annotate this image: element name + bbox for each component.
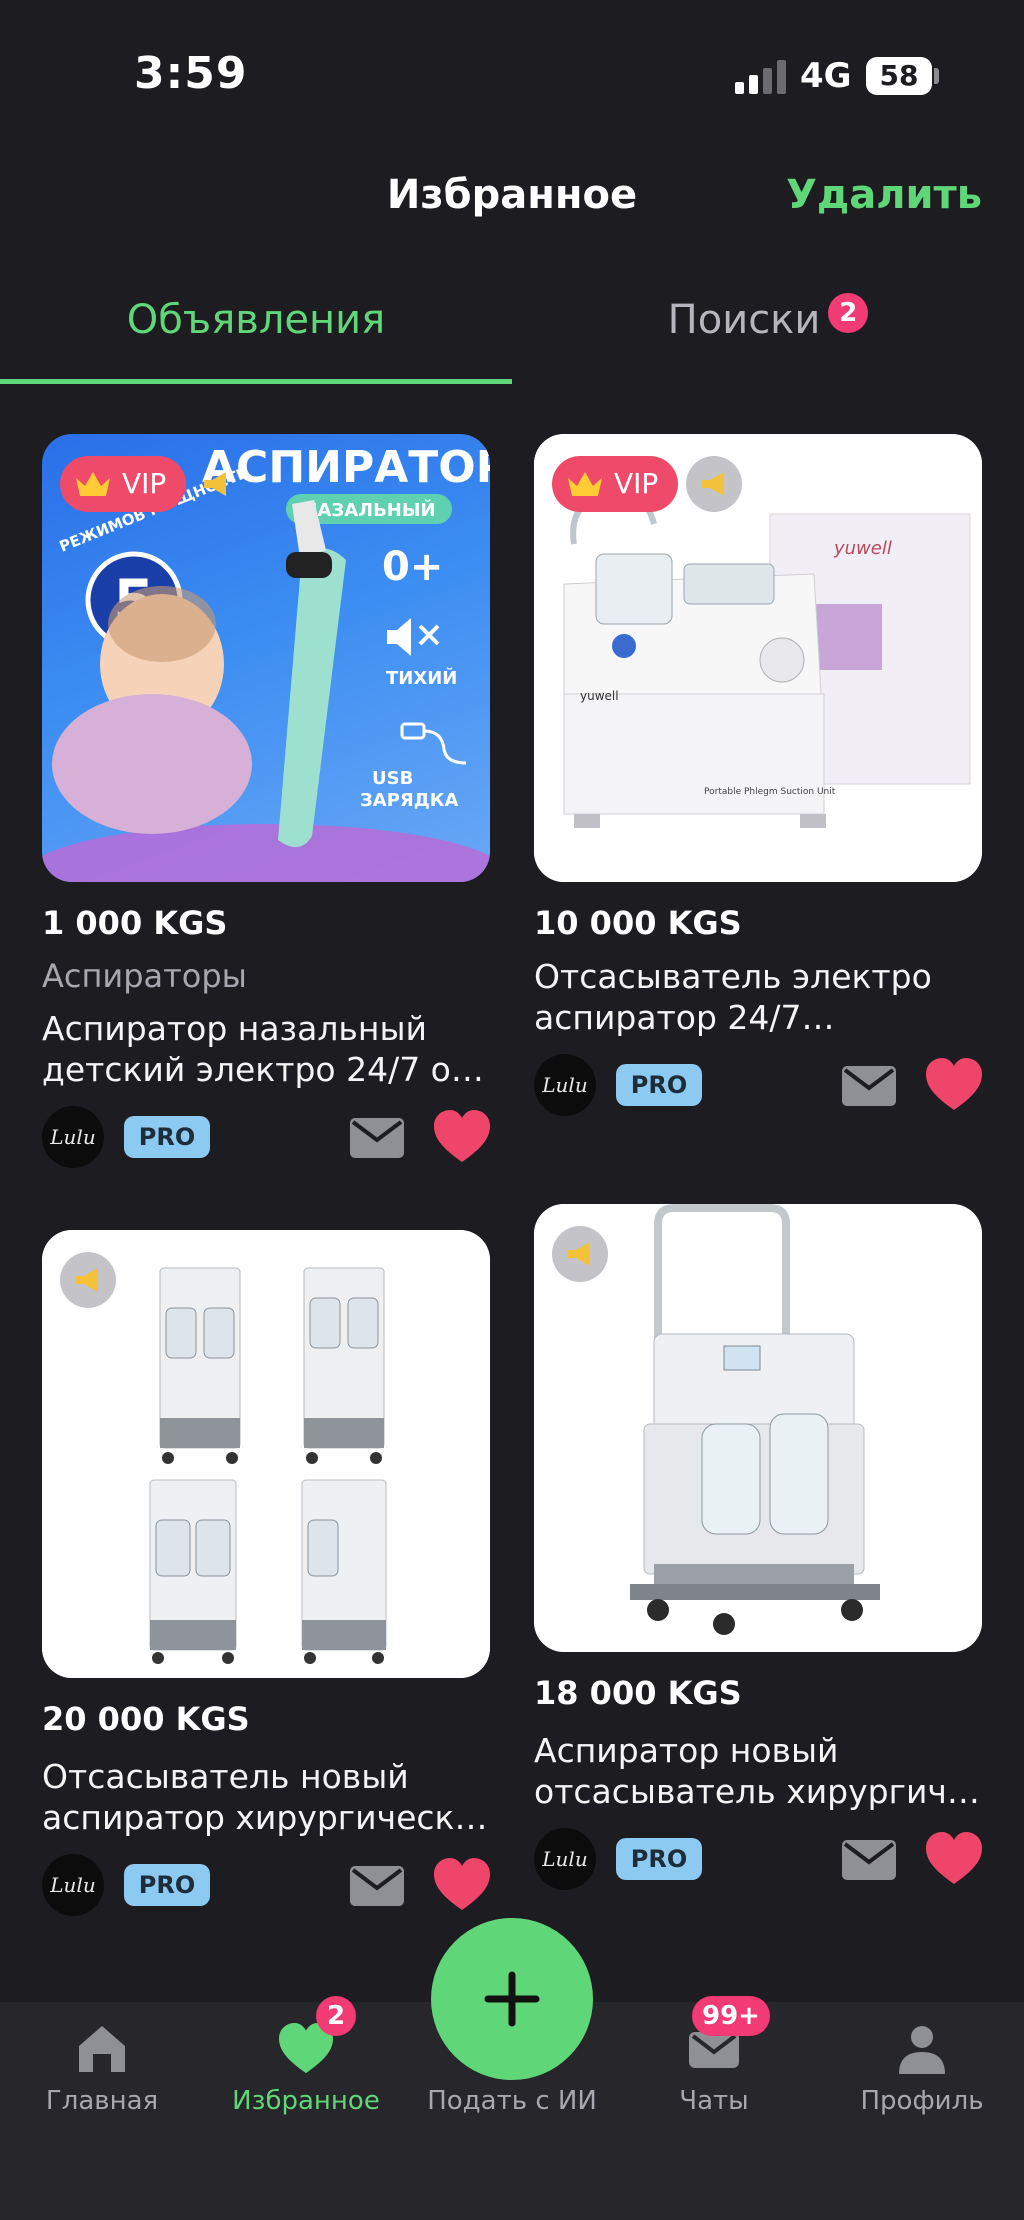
listing-title[interactable]: Аспиратор назальный детский электро 24/7…: [42, 1008, 490, 1090]
listing-image[interactable]: АСПИРАТОР НАЗАЛЬНЫЙ 5 РЕЖИМОВ МОЩНОСТИ 0…: [42, 434, 490, 882]
listing-footer: Lulu PRO: [534, 1828, 982, 1892]
listing-title[interactable]: Аспиратор новый отсасыватель хирургич…: [534, 1730, 982, 1812]
vip-badge: VIP: [552, 456, 679, 512]
seller-avatar[interactable]: Lulu: [534, 1054, 596, 1116]
mail-icon[interactable]: [350, 1118, 404, 1158]
pro-badge: PRO: [616, 1838, 702, 1880]
listing-price: 10 000 KGS: [534, 904, 742, 942]
listing-footer: Lulu PRO: [42, 1106, 490, 1170]
home-icon: [79, 2026, 125, 2072]
post-ad-button[interactable]: [431, 1918, 593, 2080]
ad-usb: USB: [372, 768, 413, 789]
ad-subhead: НАЗАЛЬНЫЙ: [302, 499, 435, 521]
listing-card[interactable]: yuwell yuwell Portable Phlegm Suction Un…: [534, 434, 982, 1118]
ad-quiet: ТИХИЙ: [386, 667, 457, 689]
promo-megaphone-icon: [686, 456, 742, 512]
listing-image[interactable]: yuwell yuwell Portable Phlegm Suction Un…: [534, 434, 982, 882]
nav-chats-label: Чаты: [679, 2086, 749, 2116]
image-brand: yuwell: [833, 538, 892, 559]
crown-icon: [568, 472, 602, 496]
listing-footer: Lulu PRO: [534, 1054, 982, 1118]
nav-favorites-label: Избранное: [232, 2086, 380, 2116]
listing-footer: Lulu PRO: [42, 1854, 490, 1918]
chats-count-badge: 99+: [692, 1996, 770, 2036]
mail-icon[interactable]: [842, 1066, 896, 1106]
heart-icon[interactable]: [926, 1832, 982, 1886]
listing-category: Аспираторы: [42, 957, 247, 995]
nav-home-label: Главная: [45, 2086, 159, 2116]
listing-card[interactable]: АСПИРАТОР НАЗАЛЬНЫЙ 5 РЕЖИМОВ МОЩНОСТИ 0…: [42, 434, 490, 1170]
tab-listings-label: Объявления: [126, 297, 386, 343]
plus-icon: [484, 1971, 540, 2027]
listing-title[interactable]: Отсасыватель новый аспиратор хирургическ…: [42, 1756, 490, 1838]
listing-price: 20 000 KGS: [42, 1700, 250, 1738]
image-brand-device: yuwell: [580, 689, 619, 703]
listing-image[interactable]: [42, 1230, 490, 1678]
listing-card[interactable]: 20 000 KGS Отсасыватель новый аспиратор …: [42, 1230, 490, 1918]
ad-charging: ЗАРЯДКА: [360, 790, 459, 811]
post-ad-label: Подать с ИИ: [427, 2086, 597, 2116]
listing-image[interactable]: [534, 1204, 982, 1652]
tabs: Объявления Поиски 2: [0, 280, 1024, 384]
machine-view: [159, 1267, 241, 1464]
signal-icon: [735, 60, 787, 94]
heart-icon[interactable]: [926, 1058, 982, 1112]
listing-price: 1 000 KGS: [42, 904, 228, 942]
heart-icon[interactable]: [434, 1110, 490, 1164]
tab-searches-label: Поиски: [667, 297, 821, 343]
vip-label: VIP: [122, 467, 167, 500]
tab-listings[interactable]: Объявления: [0, 280, 512, 384]
pro-badge: PRO: [124, 1116, 210, 1158]
promo-megaphone-icon: [552, 1226, 608, 1282]
image-device-label: Portable Phlegm Suction Unit: [704, 787, 836, 797]
favorites-count-badge: 2: [316, 1996, 356, 2036]
seller-avatar[interactable]: Lulu: [42, 1854, 104, 1916]
searches-count-badge: 2: [828, 293, 869, 333]
seller-avatar[interactable]: Lulu: [42, 1106, 104, 1168]
battery-icon: 58: [866, 57, 932, 95]
mail-icon[interactable]: [350, 1866, 404, 1906]
listing-title[interactable]: Отсасыватель электро аспиратор 24/7 дост…: [534, 956, 982, 1038]
pro-badge: PRO: [124, 1864, 210, 1906]
promo-megaphone-icon: [60, 1252, 116, 1308]
mail-icon[interactable]: [842, 1840, 896, 1880]
ad-age: 0+: [382, 544, 443, 590]
heart-icon[interactable]: [434, 1858, 490, 1912]
vip-label: VIP: [614, 467, 659, 500]
listing-card[interactable]: 18 000 KGS Аспиратор новый отсасыватель …: [534, 1204, 982, 1892]
status-time: 3:59: [134, 48, 248, 99]
profile-icon: [899, 2026, 945, 2074]
vip-badge: VIP: [60, 456, 187, 512]
network-type: 4G: [800, 56, 852, 96]
tab-searches[interactable]: Поиски 2: [512, 280, 1024, 384]
seller-avatar[interactable]: Lulu: [534, 1828, 596, 1890]
tab-active-indicator: [0, 379, 512, 384]
nav-profile-label: Профиль: [860, 2086, 984, 2116]
crown-icon: [76, 472, 110, 496]
battery-tip: [934, 68, 939, 84]
promo-megaphone-icon: [188, 456, 244, 512]
listing-price: 18 000 KGS: [534, 1674, 742, 1712]
status-bar: 3:59 4G 58: [0, 0, 1024, 150]
delete-button[interactable]: Удалить: [786, 172, 982, 218]
pro-badge: PRO: [616, 1064, 702, 1106]
